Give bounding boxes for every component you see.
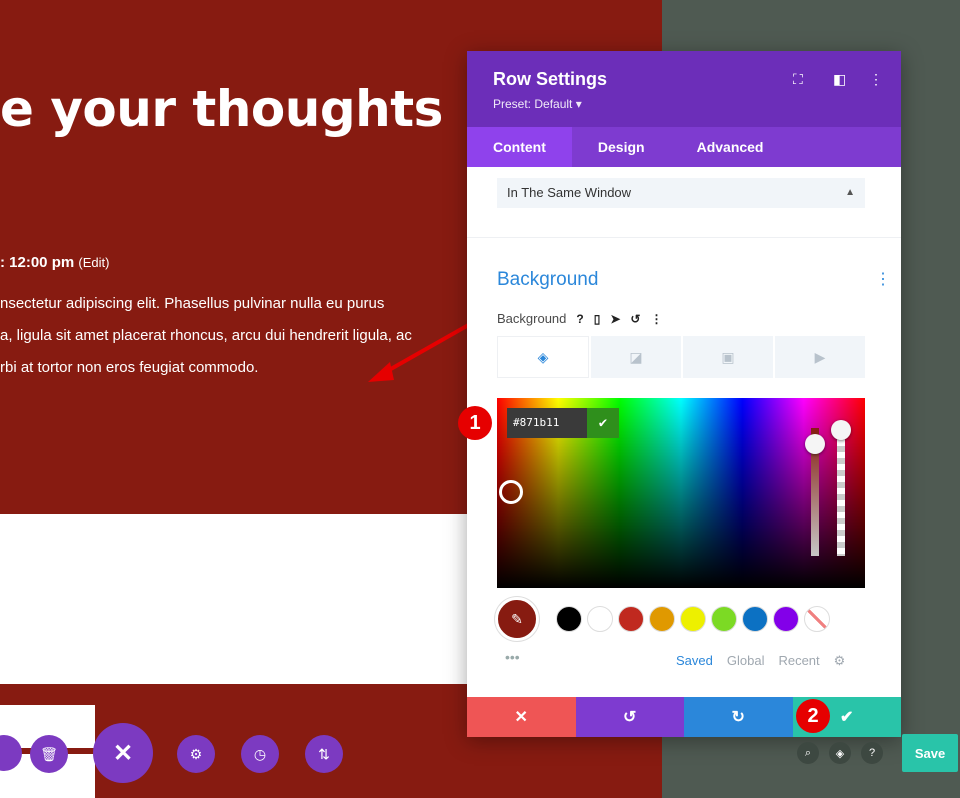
background-label: Background <box>497 311 567 326</box>
tab-content[interactable]: Content <box>467 127 572 167</box>
hex-confirm-check-icon[interactable]: ✔ <box>587 408 619 438</box>
portability-icon[interactable]: ⇅ <box>305 735 343 773</box>
post-meta: : 12:00 pm (Edit) <box>0 254 109 271</box>
panel-header: Row Settings Preset: Default ▾ ⛶ ◧ ⋮ <box>467 51 901 127</box>
color-picker-area[interactable]: #871b11 ✔ <box>497 398 865 588</box>
tab-design[interactable]: Design <box>572 127 671 167</box>
swatch-tabs: Saved Global Recent ⚙ <box>676 653 845 669</box>
settings-gear-icon[interactable]: ⚙ <box>177 735 215 773</box>
no-color-swatch-icon[interactable] <box>804 606 830 632</box>
color-handle[interactable] <box>499 480 523 504</box>
more-swatches-icon[interactable]: ••• <box>505 649 520 665</box>
swatch-settings-gear-icon[interactable]: ⚙ <box>834 653 846 669</box>
swatch[interactable] <box>556 606 582 632</box>
swatch[interactable] <box>680 606 706 632</box>
discard-close-icon[interactable]: ✕ <box>467 697 576 737</box>
post-time: : 12:00 pm <box>0 254 75 271</box>
trash-icon[interactable]: 🗑 <box>30 735 68 773</box>
swatch[interactable] <box>711 606 737 632</box>
panel-tabs: Content Design Advanced <box>467 127 901 167</box>
close-builder-button[interactable]: ✕ <box>93 723 153 783</box>
swatch-tab-recent[interactable]: Recent <box>778 653 819 669</box>
link-target-value: In The Same Window <box>507 185 632 200</box>
expand-icon[interactable]: ⛶ <box>793 71 803 88</box>
select-arrows-icon: ▲ <box>845 187 855 198</box>
page-headline: e your thoughts <box>0 80 443 138</box>
color-fill-icon[interactable]: ◈ <box>497 336 589 378</box>
hue-slider-knob[interactable] <box>805 434 825 454</box>
search-icon[interactable]: ⌕ <box>797 742 819 764</box>
opacity-slider[interactable] <box>837 428 845 556</box>
swatch-row: ✎ <box>495 597 830 641</box>
annotation-badge-1: 1 <box>458 406 492 440</box>
layers-icon[interactable]: ◈ <box>829 742 851 764</box>
image-icon[interactable]: ▣ <box>683 336 773 378</box>
hover-icon[interactable]: ➤ <box>610 312 620 326</box>
swatch[interactable] <box>742 606 768 632</box>
link-target-select[interactable]: In The Same Window ▲ <box>497 178 865 208</box>
opacity-slider-knob[interactable] <box>831 420 851 440</box>
post-edit-link[interactable]: (Edit) <box>78 255 109 270</box>
responsive-icon[interactable]: ▯ <box>594 312 601 326</box>
more-icon[interactable]: ⋮ <box>650 312 662 326</box>
swatch-tab-global[interactable]: Global <box>727 653 765 669</box>
swatch[interactable] <box>587 606 613 632</box>
swatch[interactable] <box>773 606 799 632</box>
background-type-tabs: ◈ ◪ ▣ ▶ <box>497 336 865 378</box>
save-button[interactable]: Save <box>902 734 958 772</box>
eyedropper-icon[interactable]: ✎ <box>495 597 539 641</box>
gradient-icon[interactable]: ◪ <box>591 336 681 378</box>
history-icon[interactable]: ◷ <box>241 735 279 773</box>
swatch[interactable] <box>618 606 644 632</box>
more-options-icon[interactable]: ⋮ <box>869 71 883 88</box>
panel-footer: ✕ ↺ ↻ ✔ <box>467 697 901 737</box>
section-divider <box>467 237 901 238</box>
redo-icon[interactable]: ↻ <box>684 697 793 737</box>
reset-icon[interactable]: ↺ <box>630 312 640 326</box>
annotation-badge-2: 2 <box>796 699 830 733</box>
video-icon[interactable]: ▶ <box>775 336 865 378</box>
undo-icon[interactable]: ↺ <box>575 697 684 737</box>
section-menu-icon[interactable]: ⋮ <box>875 269 891 289</box>
background-option-row: Background ? ▯ ➤ ↺ ⋮ <box>497 311 662 326</box>
background-section-title[interactable]: Background <box>497 269 598 291</box>
split-view-icon[interactable]: ◧ <box>833 71 846 88</box>
preset-selector[interactable]: Preset: Default ▾ <box>493 97 582 111</box>
swatch-tab-saved[interactable]: Saved <box>676 653 713 669</box>
tab-advanced[interactable]: Advanced <box>671 127 790 167</box>
panel-title: Row Settings <box>493 69 608 89</box>
help-icon[interactable]: ? <box>861 742 883 764</box>
swatch[interactable] <box>649 606 675 632</box>
help-icon[interactable]: ? <box>576 312 583 326</box>
hex-input[interactable]: #871b11 ✔ <box>507 408 619 438</box>
row-settings-panel: Row Settings Preset: Default ▾ ⛶ ◧ ⋮ Con… <box>467 51 901 737</box>
hex-value: #871b11 <box>513 416 560 429</box>
